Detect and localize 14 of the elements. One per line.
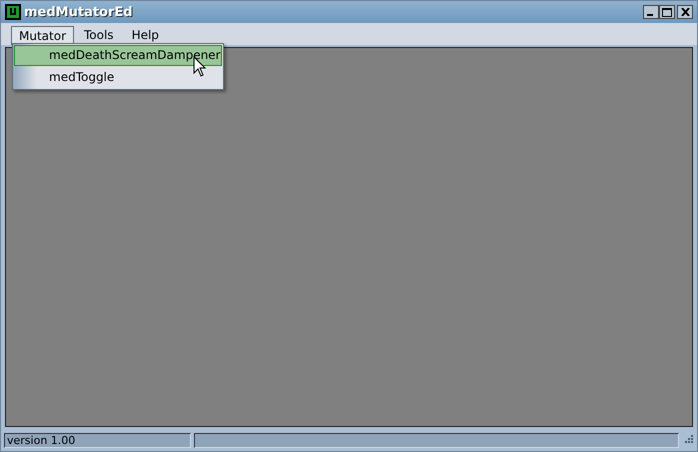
close-icon	[680, 8, 690, 16]
menu-item[interactable]: Help	[124, 25, 167, 45]
menu-item[interactable]: Tools	[76, 25, 122, 45]
maximize-icon	[662, 8, 672, 16]
close-button[interactable]	[677, 5, 693, 19]
status-text: version 1.00	[4, 432, 191, 448]
maximize-button[interactable]	[659, 5, 675, 19]
resize-grip-icon	[682, 434, 694, 446]
window-title: medMutatorEd	[24, 4, 133, 20]
menu-item[interactable]: Mutator	[11, 26, 74, 45]
app-icon	[5, 4, 21, 20]
menu-option[interactable]: medToggle	[14, 67, 222, 88]
menu-option[interactable]: medDeathScreamDampener	[14, 45, 222, 66]
minimize-button[interactable]	[643, 5, 659, 19]
